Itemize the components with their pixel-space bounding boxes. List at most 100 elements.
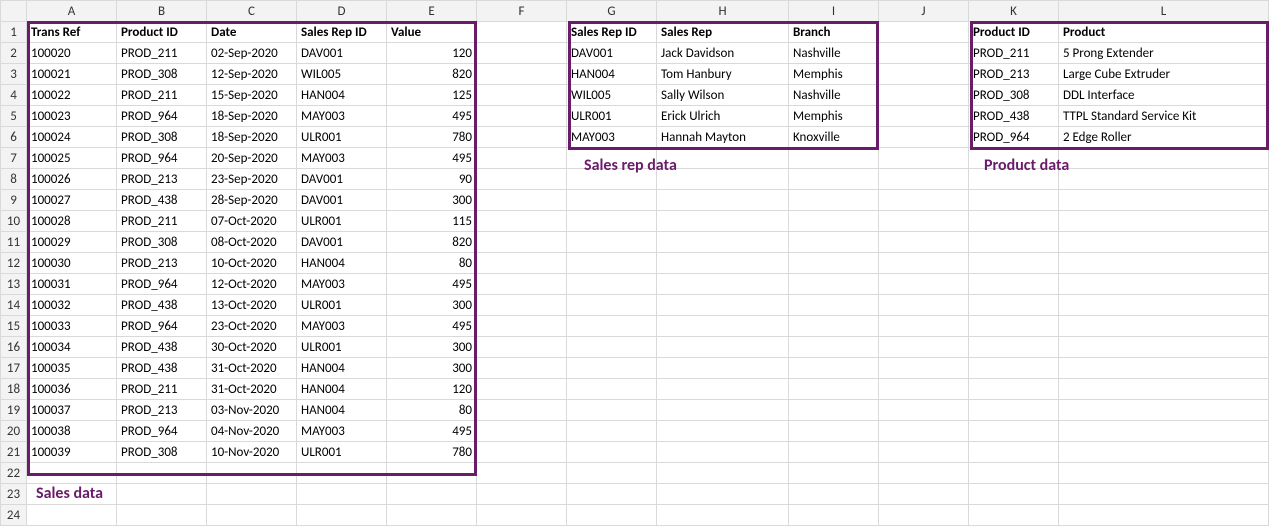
- cell-I20[interactable]: [789, 421, 879, 442]
- cell-I22[interactable]: [789, 463, 879, 484]
- cell-A18[interactable]: 100036: [27, 379, 117, 400]
- cell-L8[interactable]: [1059, 169, 1269, 190]
- cell-A1[interactable]: Trans Ref: [27, 22, 117, 43]
- cell-E23[interactable]: [387, 484, 477, 505]
- cell-B15[interactable]: PROD_964: [117, 316, 207, 337]
- cell-H18[interactable]: [657, 379, 789, 400]
- cell-A10[interactable]: 100028: [27, 211, 117, 232]
- cell-K3[interactable]: PROD_213: [969, 64, 1059, 85]
- cell-B3[interactable]: PROD_308: [117, 64, 207, 85]
- cell-E11[interactable]: 820: [387, 232, 477, 253]
- cell-I19[interactable]: [789, 400, 879, 421]
- cell-D14[interactable]: ULR001: [297, 295, 387, 316]
- cell-J2[interactable]: [879, 43, 969, 64]
- column-header-F[interactable]: F: [477, 1, 567, 22]
- row-header-18[interactable]: 18: [1, 379, 27, 400]
- cell-K10[interactable]: [969, 211, 1059, 232]
- row-header-21[interactable]: 21: [1, 442, 27, 463]
- cell-J22[interactable]: [879, 463, 969, 484]
- cell-C6[interactable]: 18-Sep-2020: [207, 127, 297, 148]
- cell-I5[interactable]: Memphis: [789, 106, 879, 127]
- cell-B7[interactable]: PROD_964: [117, 148, 207, 169]
- cell-K23[interactable]: [969, 484, 1059, 505]
- column-header-J[interactable]: J: [879, 1, 969, 22]
- cell-I1[interactable]: Branch: [789, 22, 879, 43]
- cell-I16[interactable]: [789, 337, 879, 358]
- cell-G17[interactable]: [567, 358, 657, 379]
- cell-B18[interactable]: PROD_211: [117, 379, 207, 400]
- cell-C7[interactable]: 20-Sep-2020: [207, 148, 297, 169]
- cell-H21[interactable]: [657, 442, 789, 463]
- cell-L14[interactable]: [1059, 295, 1269, 316]
- cell-I14[interactable]: [789, 295, 879, 316]
- column-header-E[interactable]: E: [387, 1, 477, 22]
- select-all-corner[interactable]: [1, 1, 27, 22]
- cell-B2[interactable]: PROD_211: [117, 43, 207, 64]
- column-header-G[interactable]: G: [567, 1, 657, 22]
- cell-G22[interactable]: [567, 463, 657, 484]
- cell-F14[interactable]: [477, 295, 567, 316]
- cell-D21[interactable]: ULR001: [297, 442, 387, 463]
- cell-K6[interactable]: PROD_964: [969, 127, 1059, 148]
- cell-D16[interactable]: ULR001: [297, 337, 387, 358]
- cell-L7[interactable]: [1059, 148, 1269, 169]
- cell-D10[interactable]: ULR001: [297, 211, 387, 232]
- cell-A6[interactable]: 100024: [27, 127, 117, 148]
- cell-J18[interactable]: [879, 379, 969, 400]
- column-header-K[interactable]: K: [969, 1, 1059, 22]
- cell-D18[interactable]: HAN004: [297, 379, 387, 400]
- cell-K1[interactable]: Product ID: [969, 22, 1059, 43]
- row-header-14[interactable]: 14: [1, 295, 27, 316]
- cell-I15[interactable]: [789, 316, 879, 337]
- cell-D15[interactable]: MAY003: [297, 316, 387, 337]
- row-header-10[interactable]: 10: [1, 211, 27, 232]
- cell-B20[interactable]: PROD_964: [117, 421, 207, 442]
- cell-I9[interactable]: [789, 190, 879, 211]
- cell-C19[interactable]: 03-Nov-2020: [207, 400, 297, 421]
- cell-J5[interactable]: [879, 106, 969, 127]
- cell-C12[interactable]: 10-Oct-2020: [207, 253, 297, 274]
- cell-C4[interactable]: 15-Sep-2020: [207, 85, 297, 106]
- cell-J8[interactable]: [879, 169, 969, 190]
- cell-C14[interactable]: 13-Oct-2020: [207, 295, 297, 316]
- cell-D8[interactable]: DAV001: [297, 169, 387, 190]
- cell-E20[interactable]: 495: [387, 421, 477, 442]
- cell-A15[interactable]: 100033: [27, 316, 117, 337]
- cell-C11[interactable]: 08-Oct-2020: [207, 232, 297, 253]
- cell-A9[interactable]: 100027: [27, 190, 117, 211]
- cell-B4[interactable]: PROD_211: [117, 85, 207, 106]
- cell-I21[interactable]: [789, 442, 879, 463]
- cell-J14[interactable]: [879, 295, 969, 316]
- cell-B8[interactable]: PROD_213: [117, 169, 207, 190]
- cell-J12[interactable]: [879, 253, 969, 274]
- cell-F9[interactable]: [477, 190, 567, 211]
- cell-L10[interactable]: [1059, 211, 1269, 232]
- cell-J23[interactable]: [879, 484, 969, 505]
- cell-A17[interactable]: 100035: [27, 358, 117, 379]
- cell-D3[interactable]: WIL005: [297, 64, 387, 85]
- cell-C8[interactable]: 23-Sep-2020: [207, 169, 297, 190]
- cell-F6[interactable]: [477, 127, 567, 148]
- cell-K22[interactable]: [969, 463, 1059, 484]
- spreadsheet[interactable]: ABCDEFGHIJKL1Trans RefProduct IDDateSale…: [0, 0, 1277, 526]
- cell-C10[interactable]: 07-Oct-2020: [207, 211, 297, 232]
- column-header-H[interactable]: H: [657, 1, 789, 22]
- cell-J19[interactable]: [879, 400, 969, 421]
- cell-L11[interactable]: [1059, 232, 1269, 253]
- cell-L17[interactable]: [1059, 358, 1269, 379]
- cell-B21[interactable]: PROD_308: [117, 442, 207, 463]
- column-header-D[interactable]: D: [297, 1, 387, 22]
- cell-H1[interactable]: Sales Rep: [657, 22, 789, 43]
- cell-C20[interactable]: 04-Nov-2020: [207, 421, 297, 442]
- cell-G1[interactable]: Sales Rep ID: [567, 22, 657, 43]
- cell-E2[interactable]: 120: [387, 43, 477, 64]
- cell-I3[interactable]: Memphis: [789, 64, 879, 85]
- cell-H12[interactable]: [657, 253, 789, 274]
- cell-B23[interactable]: [117, 484, 207, 505]
- cell-K9[interactable]: [969, 190, 1059, 211]
- cell-A22[interactable]: [27, 463, 117, 484]
- column-header-A[interactable]: A: [27, 1, 117, 22]
- cell-G14[interactable]: [567, 295, 657, 316]
- cell-G13[interactable]: [567, 274, 657, 295]
- cell-B9[interactable]: PROD_438: [117, 190, 207, 211]
